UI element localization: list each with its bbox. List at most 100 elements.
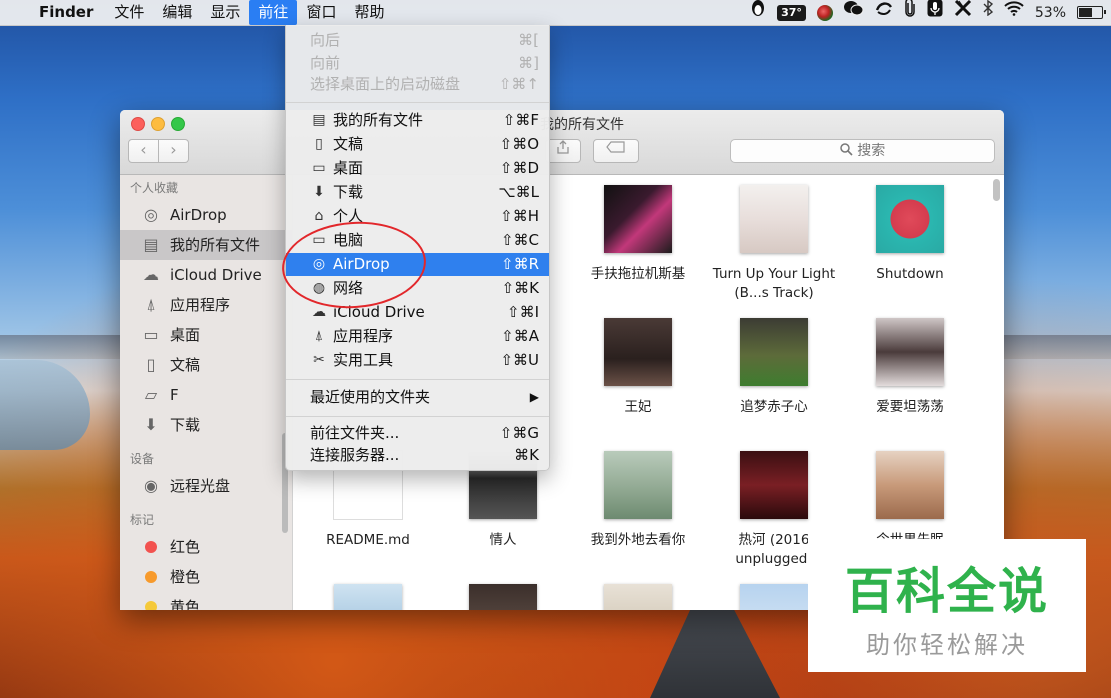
sidebar-item-tag-red[interactable]: 红色 [120,532,292,562]
wallpaper-road [650,598,780,698]
file-item[interactable] [438,584,568,610]
menu-item-shortcut: ⌘[ [518,31,539,49]
content-scrollbar[interactable] [993,179,1000,201]
menu-item-home[interactable]: ⌂ 个人 ⇧⌘H [286,205,549,228]
sidebar-item-airdrop[interactable]: ◎ AirDrop [120,200,292,230]
menu-item-utilities[interactable]: ✂ 实用工具 ⇧⌘U [286,349,549,372]
album-thumbnail [876,318,944,386]
sidebar-item-desktop[interactable]: ▭ 桌面 [120,320,292,350]
finder-sidebar: 个人收藏 ◎ AirDrop ▤ 我的所有文件 ☁ iCloud Drive ⍋ 应用程… [120,175,293,610]
file-item[interactable] [573,584,703,610]
downloads-icon: ⬇ [313,184,325,200]
menu-item-shortcut: ⇧⌘A [501,327,539,345]
folder-icon: ▱ [144,385,158,404]
yellow-tag-icon [145,601,157,610]
menu-item-back[interactable]: 向后 ⌘[ [286,29,549,52]
sidebar-item-tag-yellow[interactable]: 黄色 [120,592,292,610]
file-item[interactable]: 爱要坦荡荡 [845,318,975,417]
tag-icon [606,141,625,153]
cloud-icon: ☁ [143,265,159,284]
sidebar-item-applications[interactable]: ⍋ 应用程序 [120,290,292,320]
sidebar-item-tag-orange[interactable]: 橙色 [120,562,292,592]
file-item[interactable]: 今世果先眠 [845,451,975,550]
sidebar-item-downloads[interactable]: ⬇ 下载 [120,410,292,440]
bluetooth-icon[interactable] [983,0,993,25]
tags-button[interactable] [593,139,639,163]
microphone-icon[interactable] [927,0,943,26]
documents-icon: ▯ [146,355,156,374]
sidebar-item-label: iCloud Drive [170,266,262,284]
menu-item-startup-disk[interactable]: 选择桌面上的启动磁盘 ⇧⌘↑ [286,73,549,96]
file-item[interactable]: Shutdown [845,185,975,284]
wifi-icon[interactable] [1004,0,1024,25]
share-button[interactable] [545,139,581,163]
menu-item-forward[interactable]: 向前 ⌘] [286,52,549,75]
menu-separator [286,102,549,103]
temperature-badge[interactable]: 37° [777,4,806,21]
search-placeholder: 搜索 [857,143,886,159]
file-item[interactable] [303,584,433,610]
menu-item-downloads[interactable]: ⬇ 下载 ⌥⌘L [286,181,549,204]
menu-item-shortcut: ⇧⌘K [501,279,539,297]
file-name: 追梦赤子心 [740,399,808,415]
file-name: 王妃 [624,399,652,415]
menu-item-applications[interactable]: ⍋ 应用程序 ⇧⌘A [286,325,549,348]
file-item[interactable]: 追梦赤子心 [709,318,839,417]
file-item[interactable]: 王妃 [573,318,703,417]
finder-titlebar: ‹ › 我的所有文件 搜索 [120,110,1004,175]
sidebar-item-remote-disc[interactable]: ◉ 远程光盘 [120,471,292,501]
back-button[interactable]: ‹ [128,139,159,163]
file-item[interactable]: Turn Up Your Light (B...s Track) [709,185,839,303]
sync-icon[interactable] [875,0,893,25]
red-tag-icon [145,541,157,553]
menu-item-recent-folders[interactable]: 最近使用的文件夹 ▶ [286,386,549,409]
menu-app-finder[interactable]: Finder [30,0,105,25]
menu-item-shortcut: ⌥⌘L [498,183,539,201]
sidebar-item-documents[interactable]: ▯ 文稿 [120,350,292,380]
battery-icon[interactable] [1077,6,1106,19]
menu-edit[interactable]: 编辑 [153,0,201,25]
sidebar-item-folder-f[interactable]: ▱ F [120,380,292,410]
minimize-window-button[interactable] [151,117,165,131]
file-item[interactable]: 我到外地去看你 [573,451,703,550]
album-thumbnail [604,584,672,610]
forward-button[interactable]: › [159,139,189,163]
menu-item-documents[interactable]: ▯ 文稿 ⇧⌘O [286,133,549,156]
menu-item-connect-server[interactable]: 连接服务器... ⌘K [286,444,549,467]
sidebar-item-icloud[interactable]: ☁ iCloud Drive [120,260,292,290]
qq-penguin-icon[interactable] [750,0,766,26]
sidebar-item-label: 黄色 [170,598,201,610]
menu-view[interactable]: 显示 [201,0,249,25]
menu-item-shortcut: ⌘K [514,446,539,464]
album-thumbnail [740,185,808,253]
album-thumbnail [604,451,672,519]
apple-menu-icon[interactable] [0,0,30,25]
menu-item-label: 向前 [310,54,341,72]
paperclip-icon[interactable] [904,0,916,26]
menu-go[interactable]: 前往 [249,0,298,25]
menu-item-label: 应用程序 [333,327,394,345]
sidebar-item-all-files[interactable]: ▤ 我的所有文件 [120,230,292,260]
wechat-icon[interactable] [843,0,864,25]
utilities-icon: ✂ [313,352,325,368]
file-name: 我到外地去看你 [590,532,686,548]
album-thumbnail [740,451,808,519]
menu-help[interactable]: 帮助 [345,0,393,25]
menu-item-all-files[interactable]: ▤ 我的所有文件 ⇧⌘F [286,109,549,132]
menu-file[interactable]: 文件 [105,0,153,25]
close-window-button[interactable] [131,117,145,131]
menu-item-go-to-folder[interactable]: 前往文件夹... ⇧⌘G [286,422,549,445]
menu-item-label: 前往文件夹... [310,424,400,442]
airdrop-icon: ◎ [144,205,158,224]
menu-item-desktop[interactable]: ▭ 桌面 ⇧⌘D [286,157,549,180]
file-item[interactable]: 手扶拖拉机斯基 [573,185,703,284]
search-field[interactable]: 搜索 [730,139,995,163]
sidebar-item-label: 应用程序 [170,296,231,314]
watermark-subtitle: 助你轻松解决 [866,631,1028,659]
menu-window[interactable]: 窗口 [297,0,345,25]
app-status-icon[interactable] [816,4,833,21]
zoom-window-button[interactable] [171,117,185,131]
sidebar-item-label: F [170,386,179,404]
x-app-icon[interactable] [954,0,972,26]
watermark-title: 百科全说 [844,563,1049,620]
